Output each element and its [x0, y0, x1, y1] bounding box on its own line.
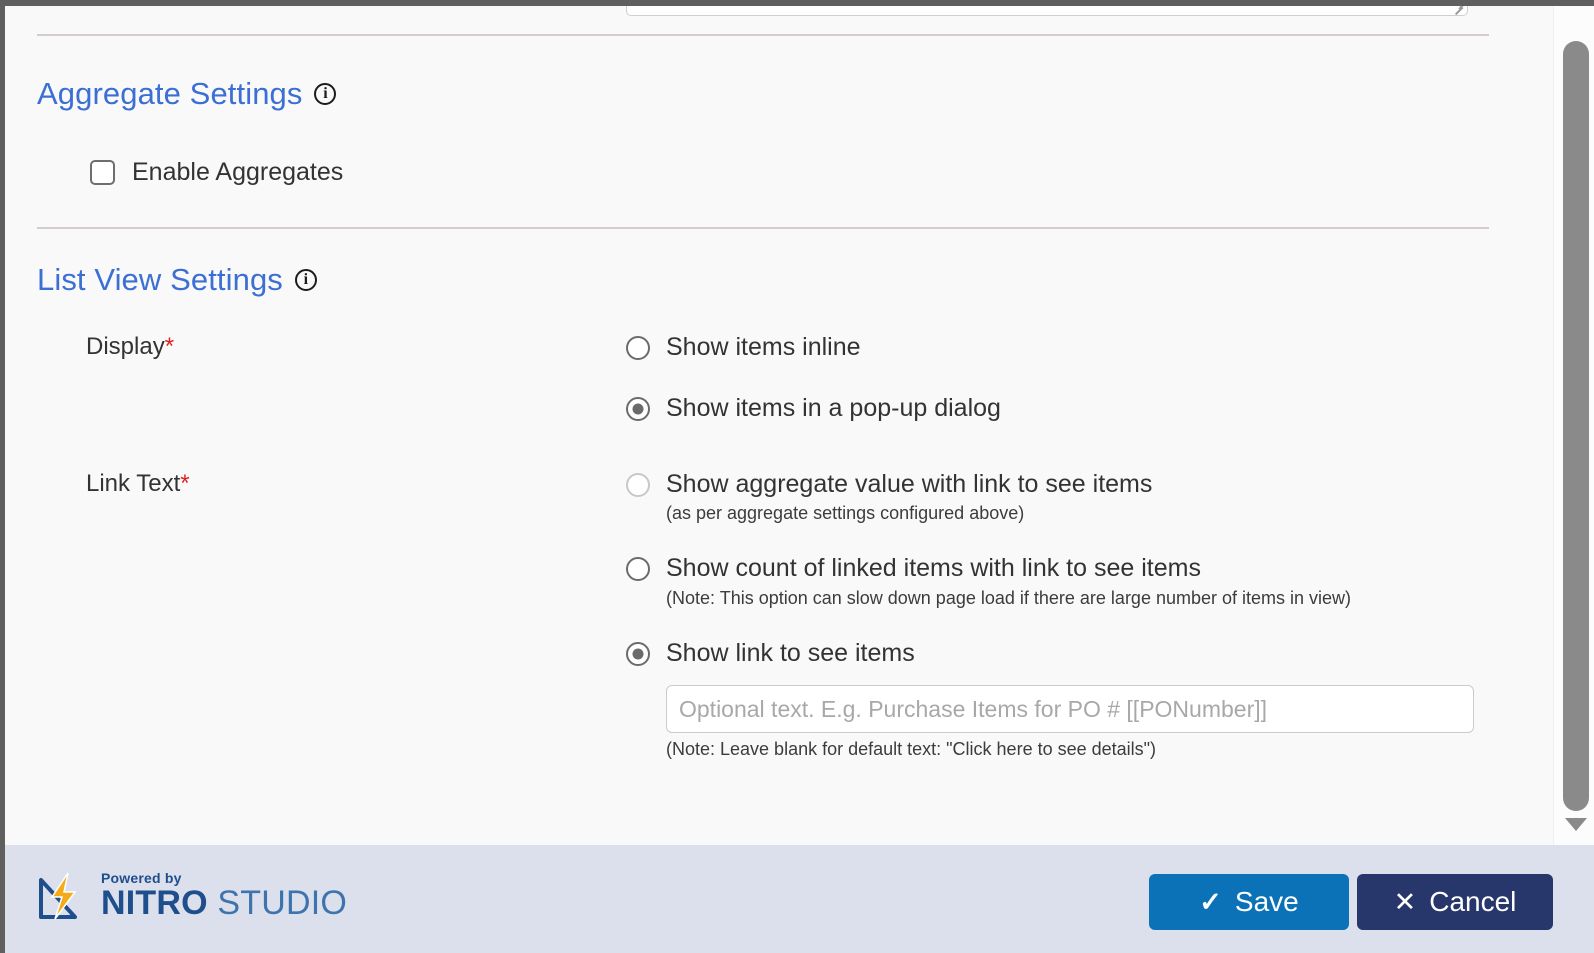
- dialog-footer: Powered by NITRO STUDIO ✓ Save ✕ Cancel: [5, 845, 1594, 953]
- link-text-input-wrapper: [666, 685, 1474, 733]
- link-text-label-text: Link Text: [86, 470, 181, 497]
- link-text-required-marker: *: [180, 470, 190, 497]
- radio-label: Show items in a pop-up dialog: [666, 394, 1001, 422]
- close-icon: ✕: [1393, 886, 1417, 917]
- enable-aggregates-row[interactable]: Enable Aggregates: [90, 158, 343, 187]
- cancel-button-label: Cancel: [1429, 886, 1517, 917]
- nitro-studio-wordmark: Powered by NITRO STUDIO: [101, 871, 347, 921]
- list-view-settings-title: List View Settings: [37, 262, 283, 297]
- brand-studio: STUDIO: [207, 884, 348, 922]
- radio-label: Show link to see items: [666, 639, 915, 667]
- vertical-scrollbar[interactable]: [1553, 6, 1594, 845]
- radio-label: Show count of linked items with link to …: [666, 554, 1201, 582]
- display-field-label: Display*: [86, 333, 174, 361]
- settings-panel: Aggregate Settings Enable Aggregates Lis…: [0, 0, 1594, 953]
- brand-nitro: NITRO: [101, 884, 208, 922]
- link-text-input-hint: (Note: Leave blank for default text: "Cl…: [666, 739, 1157, 759]
- display-required-marker: *: [164, 333, 175, 360]
- powered-by-label: Powered by: [101, 870, 182, 886]
- info-icon[interactable]: [314, 82, 337, 105]
- radio-icon[interactable]: [626, 397, 650, 421]
- display-radio-group[interactable]: Show items inline Show items in a pop-up…: [626, 332, 1001, 423]
- radio-icon[interactable]: [626, 336, 650, 360]
- info-icon[interactable]: [294, 268, 317, 291]
- link-text-input[interactable]: [666, 685, 1474, 733]
- enable-aggregates-label: Enable Aggregates: [132, 158, 344, 186]
- chevron-down-icon[interactable]: [1565, 818, 1587, 831]
- radio-hint: (Note: This option can slow down page lo…: [666, 588, 1352, 608]
- section-divider-middle: [37, 227, 1489, 229]
- display-label-text: Display: [86, 333, 165, 360]
- radio-label: Show items inline: [666, 333, 861, 361]
- window-top-notch: [785, 0, 796, 6]
- check-icon: ✓: [1199, 886, 1222, 917]
- resize-grip-icon[interactable]: [1450, 6, 1464, 15]
- section-divider-top: [37, 34, 1489, 36]
- scrollbar-thumb[interactable]: [1563, 41, 1589, 811]
- nitro-lightning-logo-icon: [35, 870, 91, 922]
- radio-option-show-aggregate-value[interactable]: Show aggregate value with link to see it…: [626, 469, 1474, 499]
- save-button-label: Save: [1234, 886, 1299, 917]
- radio-icon[interactable]: [626, 642, 650, 666]
- brand-name: NITRO STUDIO: [101, 885, 347, 921]
- link-text-field-label: Link Text*: [86, 470, 190, 498]
- nitro-studio-logo: Powered by NITRO STUDIO: [35, 870, 347, 922]
- list-view-settings-heading: List View Settings: [37, 262, 317, 298]
- radio-option-show-link-to-see-items[interactable]: Show link to see items: [626, 638, 1474, 668]
- cancel-button[interactable]: ✕ Cancel: [1357, 874, 1553, 930]
- radio-option-show-items-inline[interactable]: Show items inline: [626, 332, 1001, 362]
- aggregate-settings-heading: Aggregate Settings: [37, 76, 337, 112]
- enable-aggregates-checkbox[interactable]: [90, 160, 115, 185]
- aggregate-settings-title: Aggregate Settings: [37, 76, 303, 111]
- settings-scroll-area[interactable]: Aggregate Settings Enable Aggregates Lis…: [5, 6, 1553, 845]
- save-button[interactable]: ✓ Save: [1149, 874, 1349, 930]
- radio-icon[interactable]: [626, 473, 650, 497]
- clipped-textarea-above[interactable]: [626, 6, 1468, 16]
- link-text-radio-group[interactable]: Show aggregate value with link to see it…: [626, 469, 1474, 760]
- radio-label: Show aggregate value with link to see it…: [666, 470, 1153, 498]
- radio-icon[interactable]: [626, 557, 650, 581]
- radio-option-show-items-popup[interactable]: Show items in a pop-up dialog: [626, 393, 1001, 423]
- radio-option-show-count-of-linked-items[interactable]: Show count of linked items with link to …: [626, 553, 1474, 583]
- radio-hint: (as per aggregate settings configured ab…: [666, 503, 1025, 523]
